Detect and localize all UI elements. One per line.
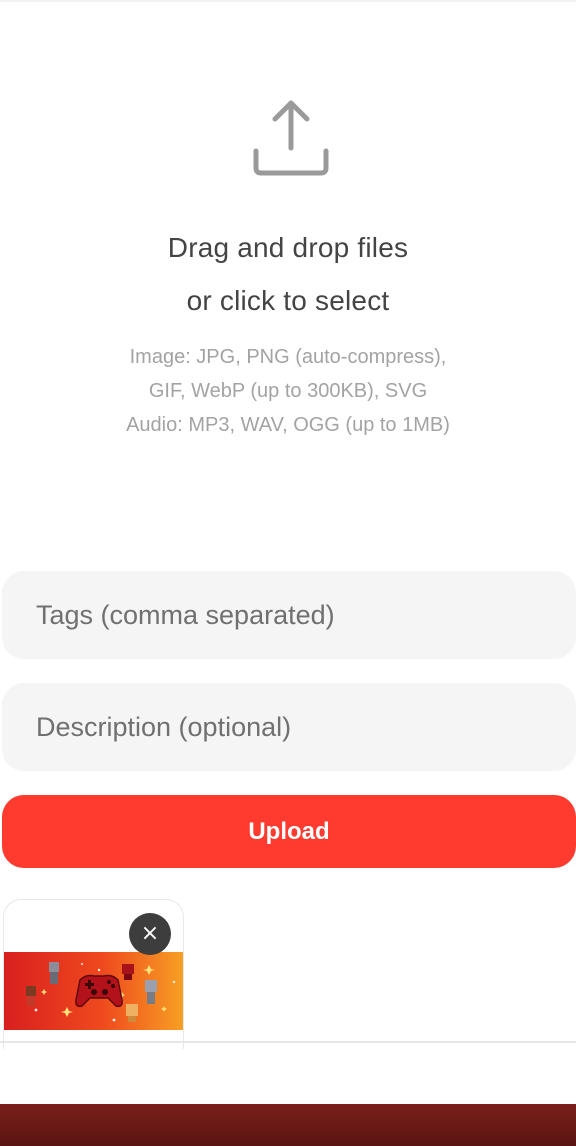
dropzone-subtitle: or click to select (186, 285, 390, 316)
remove-file-button[interactable]: × (129, 913, 171, 955)
dropzone-title: Drag and drop files (167, 232, 409, 263)
description-input[interactable] (2, 683, 576, 771)
upload-icon (253, 100, 329, 176)
image-formats-hint: Image: JPG, PNG (auto-compress), (129, 346, 447, 368)
audio-formats-hint: Audio: MP3, WAV, OGG (up to 1MB) (126, 414, 450, 436)
image-formats-hint-cont: GIF, WebP (up to 300KB), SVG (148, 380, 428, 402)
file-dropzone[interactable]: Drag and drop files or click to select I… (0, 2, 576, 550)
footer-bar (0, 1104, 576, 1146)
upload-button[interactable]: Upload (2, 795, 576, 868)
section-divider (0, 1041, 576, 1043)
tags-input[interactable] (2, 571, 576, 659)
game-controller-thumbnail (4, 952, 183, 1030)
